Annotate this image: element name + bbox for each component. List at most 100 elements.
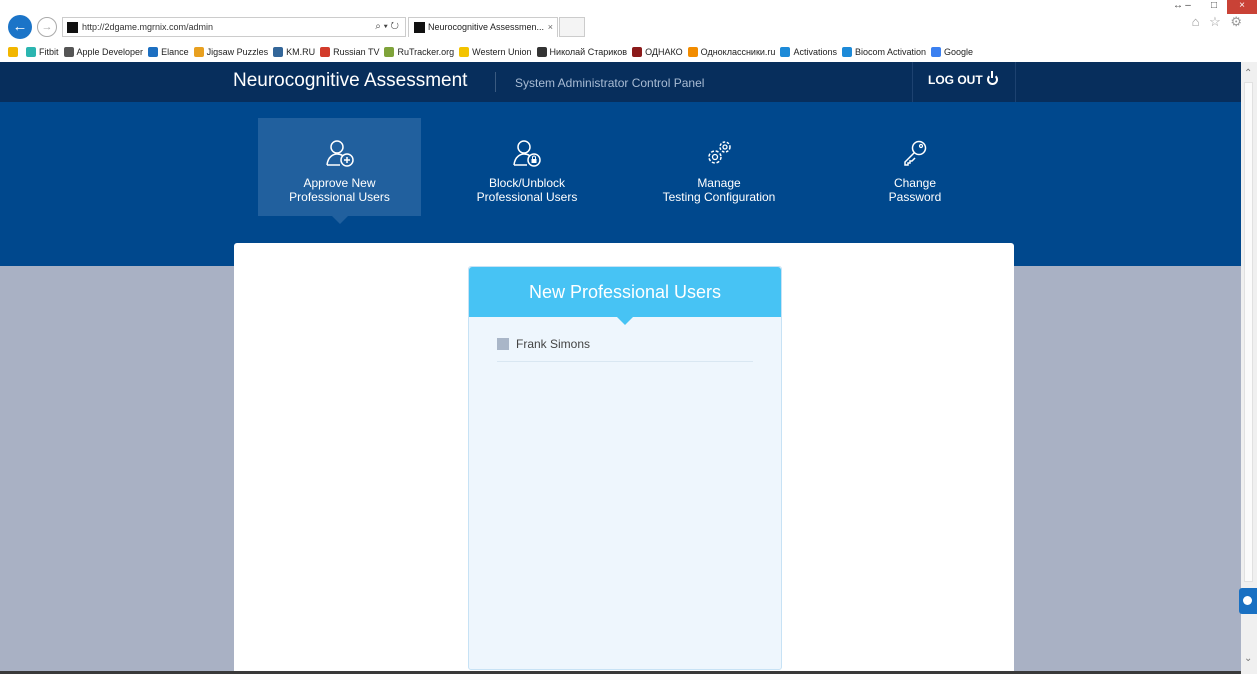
favorite-icon [780,47,791,57]
new-users-card: New Professional Users Frank Simons [468,266,782,670]
admin-menu-banner: Approve New Professional Users Block/Unb… [0,102,1241,266]
user-add-icon [325,140,354,167]
favorite-icon [384,47,395,57]
favorite-label: RuTracker.org [397,47,455,57]
divider [912,62,913,102]
toolbar-icons[interactable]: ⌂ ☆ ⚙ [1192,14,1245,30]
power-icon [986,71,998,85]
favorite-link[interactable]: Biocom Activation [841,47,927,57]
content-panel: New Professional Users Frank Simons [234,243,1014,674]
favorite-link[interactable]: Николай Стариков [536,47,628,57]
minimize-button[interactable]: – [1175,0,1201,14]
window-controls: – □ × [1175,0,1257,14]
menu-label-line1: Change [893,176,937,190]
divider [495,72,496,92]
favorite-label: Jigsaw Puzzles [206,47,269,57]
user-name: Frank Simons [516,337,591,351]
menu-label-line1: Approve New [303,176,376,190]
menu-label-line2: Professional Users [476,190,578,204]
favorite-label: Fitbit [39,47,59,57]
forward-button[interactable]: → [37,17,57,37]
user-row[interactable]: Frank Simons [497,337,753,362]
site-favicon [67,22,78,34]
close-window-button[interactable]: × [1227,0,1257,14]
favorite-icon [841,47,852,57]
favorites-bar: Fitbit Apple Developer Elance Jigsaw Puzzle… [8,44,978,60]
favorite-label: Russian TV [333,47,380,57]
favorite-label: Apple Developer [76,47,144,57]
active-caret [331,216,348,224]
gears-icon [708,141,731,164]
favorite-link[interactable]: Google [931,47,973,57]
menu-label-line2: Password [888,190,942,204]
address-url: http://2dgame.mgrnix.com/admin [82,22,214,32]
menu-testing-config[interactable]: Manage Testing Configuration [645,118,793,216]
address-controls[interactable]: ⌕ ▾ ↻ [375,18,399,36]
logout-label: LOG OUT [928,73,983,87]
menu-approve-users[interactable]: Approve New Professional Users [258,118,421,224]
favorite-label: KM.RU [286,47,316,57]
favorite-label: Николай Стариков [549,47,628,57]
card-caret [617,317,633,325]
new-tab-button[interactable] [559,17,585,37]
logout-button[interactable]: LOG OUT [928,71,998,87]
favorite-label: ОДНАКО [645,47,683,57]
favorites-star-icon[interactable] [8,47,21,57]
card-title: New Professional Users [528,282,722,302]
top-navbar: Neurocognitive Assessment System Adminis… [0,62,1241,102]
favorite-icon [148,47,159,57]
browser-tab[interactable]: Neurocognitive Assessmen... × [408,17,558,37]
favorite-icon [687,47,698,57]
favorite-label: Google [944,47,974,57]
favorite-label: Elance [161,47,189,57]
scroll-thumb[interactable] [1244,82,1253,582]
favorite-link[interactable]: RuTracker.org [384,47,454,57]
page-scrollbar[interactable]: ⌃ ⌄ [1241,62,1257,674]
brand-title[interactable]: Neurocognitive Assessment [233,70,467,92]
tab-title: Neurocognitive Assessmen... [428,22,545,32]
address-bar[interactable]: http://2dgame.mgrnix.com/admin ⌕ ▾ ↻ [62,17,406,37]
favorite-link[interactable]: Jigsaw Puzzles [193,47,269,57]
card-header: New Professional Users [469,267,781,325]
favorite-link[interactable]: Elance [148,47,189,57]
favorite-link[interactable]: Fitbit [26,47,59,57]
favorite-link[interactable]: Western Union [459,47,532,57]
menu-label-line2: Professional Users [289,190,390,204]
favorite-icon [193,47,204,57]
menu-label-line1: Manage [697,176,741,190]
favorite-link[interactable]: Russian TV [320,47,379,57]
scroll-down-icon[interactable]: ⌄ [1244,653,1252,664]
tab-close-icon[interactable]: × [548,18,553,36]
key-icon [904,140,927,166]
panel-subtitle: System Administrator Control Panel [515,76,705,90]
user-list: Frank Simons [469,337,781,362]
favorite-label: Western Union [472,47,532,57]
favorite-icon [273,47,284,57]
favorite-link[interactable]: Apple Developer [63,47,144,57]
favorite-label: Biocom Activation [854,47,927,57]
favorite-icon [459,47,470,57]
menu-label-line1: Block/Unblock [488,176,566,190]
divider [1015,62,1016,102]
favorite-icon [26,47,36,57]
favorite-link[interactable]: Activations [780,47,837,57]
favorite-icon [632,47,643,57]
user-lock-icon [513,140,541,167]
maximize-button[interactable]: □ [1201,0,1227,14]
tab-favicon [414,22,425,34]
favorite-icon [536,47,547,57]
scroll-up-icon[interactable]: ⌃ [1244,68,1252,79]
favorite-link[interactable]: KM.RU [273,47,315,57]
teamviewer-icon[interactable] [1239,588,1257,614]
browser-chrome: ↔ – □ × ← → http://2dgame.mgrnix.com/adm… [0,0,1257,62]
favorite-icon [320,47,331,57]
favorite-icon [931,47,942,57]
favorite-link[interactable]: ОДНАКО [632,47,683,57]
menu-change-password[interactable]: Change Password [840,118,990,216]
back-button[interactable]: ← [8,15,32,39]
favorite-label: Одноклассники.ru [700,47,776,57]
menu-block-users[interactable]: Block/Unblock Professional Users [452,118,602,216]
favorite-link[interactable]: Одноклассники.ru [687,47,776,57]
user-checkbox[interactable] [497,338,509,350]
favorite-label: Activations [793,47,837,57]
